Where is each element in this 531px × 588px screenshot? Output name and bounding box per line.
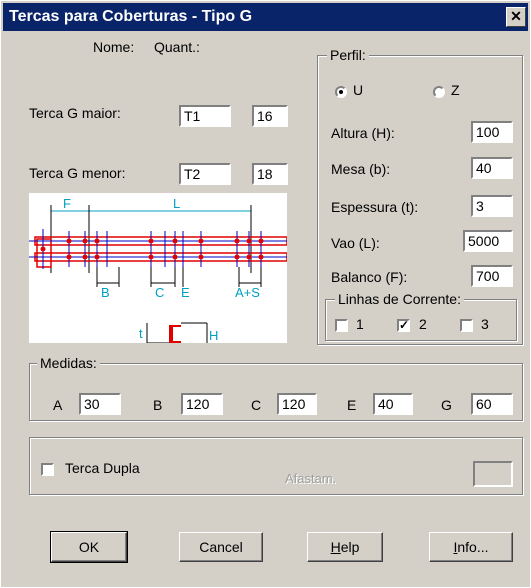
terca-menor-nome-input[interactable]: T2 [179,163,231,185]
perfil-legend: Perfil: [327,47,369,63]
espessura-input[interactable]: 3 [471,195,513,217]
terca-menor-label: Terca G menor: [29,165,126,181]
radio-u-label: U [353,82,364,98]
label-f: F [63,196,71,211]
afastam-label: Afastam. [285,471,337,486]
linha-1-label: 1 [356,316,364,332]
mesa-input[interactable]: 40 [471,157,513,179]
ok-button[interactable]: OK [50,531,128,563]
linha-2-checkbox[interactable]: ✓ [397,319,410,332]
lower-dimension-lines [96,267,262,287]
radio-z[interactable] [433,86,445,98]
medida-g-label: G [441,397,452,413]
purlin-diagram: F L B C E A+S t H [29,193,288,344]
medida-g-input[interactable]: 60 [471,393,513,415]
medida-a-label: A [53,397,63,413]
linha-1-checkbox[interactable] [335,319,348,332]
profile-section [169,325,181,343]
close-icon: ✕ [510,8,522,24]
label-a-plus-s: A+S [235,285,260,300]
info-label-rest: nfo... [457,539,489,555]
label-l: L [173,196,180,211]
info-button[interactable]: Info... [429,532,513,562]
terca-menor-quant-input[interactable]: 18 [252,163,288,185]
terca-maior-quant-input[interactable]: 16 [252,105,288,127]
label-c: C [155,285,164,300]
help-accelerator: H [330,539,341,555]
linhas-corrente-legend: Linhas de Corrente: [335,291,464,307]
altura-label: Altura (H): [331,125,395,141]
help-label-rest: elp [340,539,360,555]
afastam-input[interactable] [473,461,513,487]
quant-header: Quant.: [154,39,200,55]
balanco-label: Balanco (F): [331,269,408,285]
label-b: B [101,285,110,300]
title-bar[interactable]: Tercas para Coberturas - Tipo G ✕ [3,3,528,31]
label-t: t [139,326,143,341]
espessura-label: Espessura (t): [331,199,419,215]
terca-dupla-checkbox[interactable] [41,463,54,476]
window-title: Tercas para Coberturas - Tipo G [9,8,253,25]
medida-c-label: C [251,397,262,413]
radio-u[interactable] [335,86,347,98]
vao-label: Vao (L): [331,235,380,251]
vertical-members [42,229,262,269]
medida-e-label: E [347,397,357,413]
purlin-diagram-svg: F L B C E A+S t H [29,196,288,344]
label-e: E [181,285,190,300]
label-h: H [209,328,218,343]
dialog-window: Tercas para Coberturas - Tipo G ✕ Nome: … [0,0,531,588]
altura-input[interactable]: 100 [471,121,513,143]
terca-dupla-label: Terca Dupla [65,460,140,476]
medida-c-input[interactable]: 120 [277,393,317,415]
medida-b-input[interactable]: 120 [181,393,223,415]
terca-maior-label: Terca G maior: [29,105,121,121]
balanco-input[interactable]: 700 [471,265,513,287]
radio-z-label: Z [451,82,460,98]
close-button[interactable]: ✕ [506,7,526,27]
medidas-legend: Medidas: [37,355,100,371]
medida-a-input[interactable]: 30 [79,393,121,415]
bolt-markers [40,238,264,260]
linha-2-label: 2 [419,316,427,332]
vao-input[interactable]: 5000 [463,230,513,252]
checkmark-icon: ✓ [399,318,410,332]
terca-maior-nome-input[interactable]: T1 [179,105,231,127]
help-button[interactable]: Help [307,532,383,562]
linha-3-label: 3 [481,316,489,332]
mesa-label: Mesa (b): [331,161,391,177]
medida-b-label: B [153,397,163,413]
cancel-button[interactable]: Cancel [179,532,263,562]
nome-header: Nome: [93,39,135,55]
medida-e-input[interactable]: 40 [373,393,413,415]
linha-3-checkbox[interactable] [460,319,473,332]
